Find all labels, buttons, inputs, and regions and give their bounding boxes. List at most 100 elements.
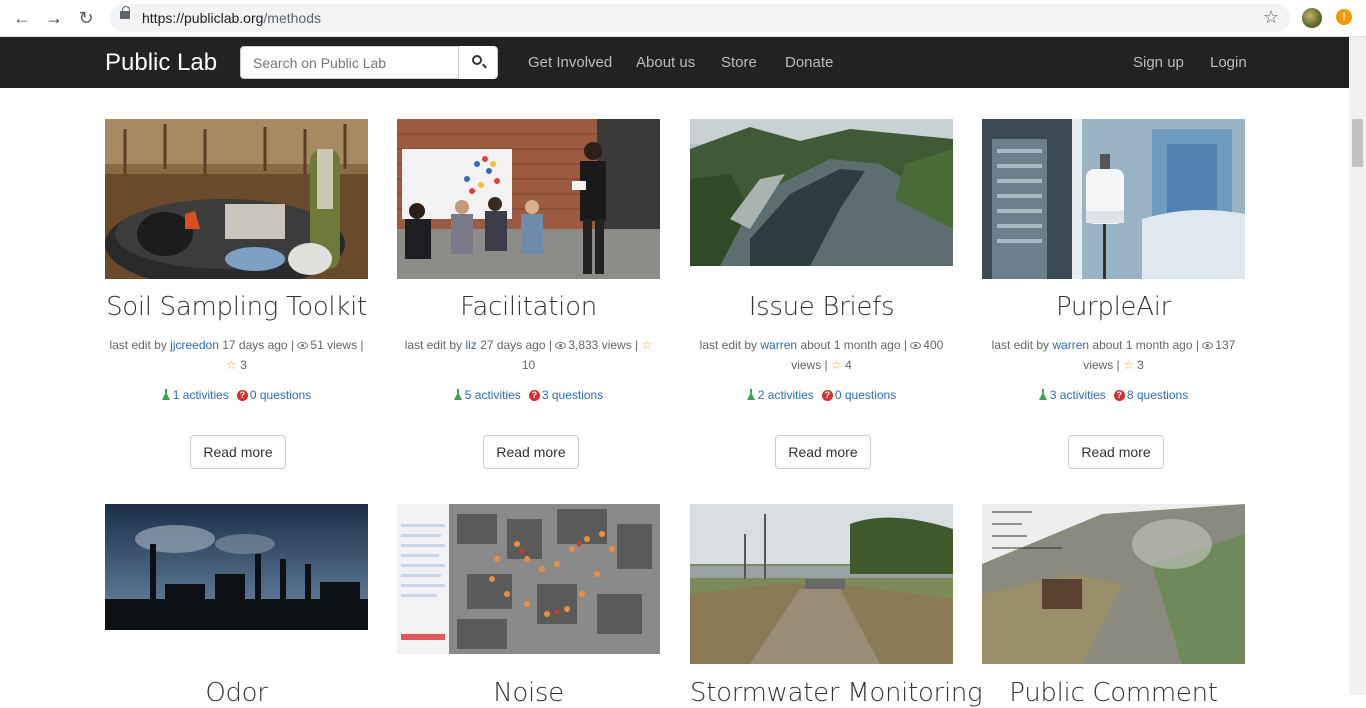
meta-prefix: last edit by xyxy=(991,338,1050,352)
card-meta: last edit by warren about 1 month ago | … xyxy=(982,335,1245,375)
nav-donate[interactable]: Donate xyxy=(785,54,833,71)
method-card: Facilitation last edit by liz 27 days ag… xyxy=(397,119,660,479)
meta-prefix: last edit by xyxy=(699,338,758,352)
star-count: 3 xyxy=(240,358,247,372)
read-more-button[interactable]: Read more xyxy=(190,435,286,469)
views-icon xyxy=(910,342,922,350)
method-card: Stormwater Monitoring xyxy=(690,504,983,708)
views-icon xyxy=(297,342,309,350)
card-image-public-comment[interactable] xyxy=(982,504,1245,664)
questions-link[interactable]: questions xyxy=(552,388,603,402)
method-card: PurpleAir last edit by warren about 1 mo… xyxy=(982,119,1245,479)
card-image-stormwater[interactable] xyxy=(690,504,953,664)
questions-count-link[interactable]: 0 xyxy=(250,388,257,402)
bookmark-star-icon[interactable]: ☆ xyxy=(1263,7,1279,28)
card-activity: 1 activities? 0 questions xyxy=(105,385,368,405)
star-count: 10 xyxy=(521,358,536,372)
question-icon: ? xyxy=(236,390,248,402)
questions-link[interactable]: questions xyxy=(260,388,311,402)
author-link[interactable]: warren xyxy=(1052,338,1089,352)
meta-prefix: last edit by xyxy=(404,338,463,352)
edit-age: 27 days ago | xyxy=(480,338,552,352)
method-card: Public Comment xyxy=(982,504,1245,708)
read-more-button[interactable]: Read more xyxy=(483,435,579,469)
search-form xyxy=(240,46,498,79)
url-path: /methods xyxy=(263,10,321,26)
meta-prefix: last edit by xyxy=(109,338,167,352)
questions-link[interactable]: questions xyxy=(1137,388,1188,402)
card-meta: last edit by warren about 1 month ago | … xyxy=(690,335,953,375)
card-image-noise[interactable] xyxy=(397,504,660,654)
activities-link[interactable]: 5 activities xyxy=(465,388,521,402)
questions-count-link[interactable]: 8 xyxy=(1127,388,1134,402)
view-count: 3,833 views | xyxy=(568,338,639,352)
question-icon: ? xyxy=(821,390,833,402)
search-button[interactable] xyxy=(458,46,497,79)
author-link[interactable]: jjcreedon xyxy=(170,338,219,352)
card-image-odor[interactable] xyxy=(105,504,368,630)
card-activity: 2 activities? 0 questions xyxy=(690,385,953,405)
activities-link[interactable]: 2 activities xyxy=(758,388,814,402)
card-title[interactable]: Issue Briefs xyxy=(690,292,953,322)
reload-icon[interactable]: ↻ xyxy=(76,8,96,28)
nav-login[interactable]: Login xyxy=(1210,54,1247,71)
read-more-button[interactable]: Read more xyxy=(1068,435,1164,469)
profile-avatar[interactable] xyxy=(1302,8,1322,28)
flask-icon xyxy=(746,388,755,400)
card-title[interactable]: Noise xyxy=(397,678,660,708)
method-card: Issue Briefs last edit by warren about 1… xyxy=(690,119,953,479)
nav-about-us[interactable]: About us xyxy=(636,54,695,71)
author-link[interactable]: warren xyxy=(760,338,797,352)
star-icon: ☆ xyxy=(831,358,842,372)
update-alert-icon[interactable]: ! xyxy=(1336,9,1352,25)
nav-sign-up[interactable]: Sign up xyxy=(1133,54,1184,71)
search-icon xyxy=(472,55,482,65)
lock-icon xyxy=(120,6,130,19)
brand-logo[interactable]: Public Lab xyxy=(105,49,217,77)
back-arrow-icon[interactable]: ← xyxy=(12,8,32,28)
card-title[interactable]: Stormwater Monitoring xyxy=(690,678,983,708)
scrollbar-thumb[interactable] xyxy=(1352,119,1363,167)
activities-link[interactable]: 1 activities xyxy=(173,388,229,402)
site-navbar: Public Lab Get Involved About us Store D… xyxy=(0,37,1366,88)
browser-toolbar: ← → ↻ https://publiclab.org/methods ☆ ! xyxy=(0,0,1366,37)
card-image-facilitation[interactable] xyxy=(397,119,660,279)
flask-icon xyxy=(1038,388,1047,400)
search-input[interactable] xyxy=(241,47,460,78)
card-title[interactable]: Facilitation xyxy=(397,292,660,322)
views-icon xyxy=(1202,342,1214,350)
card-title[interactable]: Public Comment xyxy=(982,678,1245,708)
card-title[interactable]: Soil Sampling Toolkit xyxy=(105,292,368,322)
view-count: 51 views | xyxy=(310,338,364,352)
views-icon xyxy=(555,342,567,350)
star-count: 4 xyxy=(845,358,852,372)
activities-link[interactable]: 3 activities xyxy=(1050,388,1106,402)
card-activity: 5 activities? 3 questions xyxy=(397,385,660,405)
questions-link[interactable]: questions xyxy=(845,388,896,402)
url-text[interactable]: https://publiclab.org/methods xyxy=(142,10,321,26)
read-more-button[interactable]: Read more xyxy=(775,435,871,469)
nav-store[interactable]: Store xyxy=(721,54,757,71)
method-card: Odor xyxy=(105,504,368,708)
card-image-issue-briefs[interactable] xyxy=(690,119,953,266)
flask-icon xyxy=(161,388,170,400)
nav-get-involved[interactable]: Get Involved xyxy=(528,54,612,71)
star-icon: ☆ xyxy=(1123,358,1134,372)
edit-age: about 1 month ago | xyxy=(800,338,907,352)
page-scrollbar[interactable] xyxy=(1349,37,1366,695)
question-icon: ? xyxy=(528,390,540,402)
card-title[interactable]: PurpleAir xyxy=(982,292,1245,322)
flask-icon xyxy=(453,388,462,400)
edit-age: 17 days ago | xyxy=(222,338,295,352)
method-card: Noise xyxy=(397,504,660,708)
question-icon: ? xyxy=(1113,390,1125,402)
card-title[interactable]: Odor xyxy=(105,678,368,708)
questions-count-link[interactable]: 3 xyxy=(542,388,549,402)
forward-arrow-icon[interactable]: → xyxy=(44,8,64,28)
card-image-soil-sampling[interactable] xyxy=(105,119,368,279)
url-host: https://publiclab.org xyxy=(142,10,264,26)
author-link[interactable]: liz xyxy=(465,338,476,352)
star-icon: ☆ xyxy=(226,358,237,372)
questions-count-link[interactable]: 0 xyxy=(835,388,842,402)
card-image-purpleair[interactable] xyxy=(982,119,1245,279)
